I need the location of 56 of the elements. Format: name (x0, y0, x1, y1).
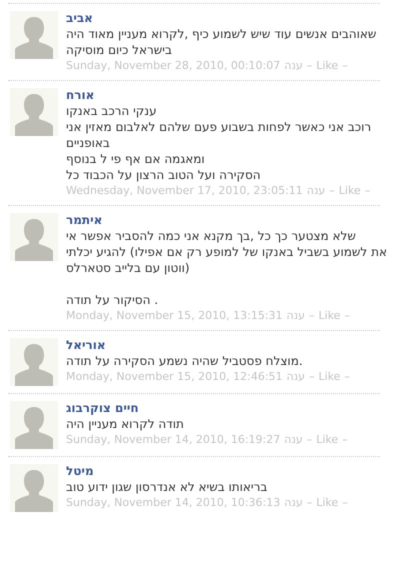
comment-date: Sunday, November 28, 2010, 00:10:07 (66, 58, 280, 73)
comment-text: באופניים (66, 135, 111, 151)
comment-date: Sunday, November 14, 2010, 16:19:27 (66, 432, 280, 447)
reply-link[interactable]: ענה (286, 369, 306, 384)
comment-date: Monday, November 15, 2010, 12:46:51 (66, 369, 283, 384)
like-link[interactable]: Like (316, 58, 338, 73)
reply-link[interactable]: ענה (284, 58, 303, 73)
author-name[interactable]: אוריאל (66, 338, 350, 353)
separator-dash: – (309, 369, 315, 384)
reply-link[interactable]: ענה (284, 495, 303, 510)
author-name[interactable]: אביב (66, 11, 376, 26)
comment-text: בנוסף ל פי אף אם ומאגמה (66, 151, 206, 167)
separator-dash: – (306, 58, 312, 73)
separator-dash: – (364, 183, 370, 198)
separator-dash: – (309, 308, 315, 323)
avatar-icon (10, 338, 58, 386)
comment-text: סטארלס בלייב עם ווטון) (66, 260, 191, 276)
like-link[interactable]: Like (338, 183, 361, 198)
avatar-icon (10, 11, 58, 59)
author-name[interactable]: חיים צוקרבוג (66, 401, 348, 416)
author-name[interactable]: אורח (66, 88, 372, 103)
separator-dash: – (344, 369, 350, 384)
like-link[interactable]: Like (316, 432, 338, 447)
separator-dash: – (329, 183, 335, 198)
comment-text: מוסיקה כיום בישראל (66, 42, 173, 58)
separator-dash: – (342, 495, 348, 510)
avatar-icon (10, 464, 58, 512)
comment-date: Monday, November 15, 2010, 13:15:31 (66, 308, 283, 323)
author-name[interactable]: איתמר (66, 213, 387, 228)
comment-date: Sunday, November 14, 2010, 10:36:13 (66, 495, 280, 510)
avatar-icon (10, 88, 58, 136)
like-link[interactable]: Like (316, 495, 338, 510)
comment-date: Wednesday, November 17, 2010, 23:05:11 (66, 183, 303, 198)
like-link[interactable]: Like (318, 308, 340, 323)
comment-text: תודה על הסיקור . (66, 292, 160, 308)
avatar-icon (10, 401, 58, 449)
separator-dash: – (306, 432, 312, 447)
comment-text: באנקו הרכב ענקי (66, 103, 158, 119)
like-link[interactable]: Like (318, 369, 340, 384)
separator-dash: – (344, 308, 350, 323)
separator-dash: – (342, 58, 348, 73)
comment-text: אני מאזין לאלבום שלהם פעם בשבוע לפחות כאשר אני רוכב (66, 119, 372, 135)
reply-link[interactable]: ענה (284, 432, 303, 447)
author-name[interactable]: מיטל (66, 464, 348, 479)
avatar-icon (10, 213, 58, 261)
comment-text: יכלתי להגיע (אפילו אם רק למופע של באנקו בשביל לשמוע את (66, 244, 387, 260)
comment-text: היה מאוד מעניין לקרוא, כיף לשמוע שיש עוד אנשים שאוהבים (66, 26, 376, 42)
comment-text: אי אפשר להסביר כמה אני מקנא בך, כל כך מצטער שלא (66, 228, 357, 244)
separator-dash: – (306, 495, 312, 510)
comment-text: טוב ידוע שגון אנדרסון לא בשיא בריאותו (66, 479, 268, 495)
comment-text: היה מעניין לקרוא תודה (66, 416, 185, 432)
reply-link[interactable]: ענה (286, 308, 306, 323)
separator-dash: – (342, 432, 348, 447)
comment-text: תודה על הסקירה נשמע שהיה פסטביל מוצלח. (66, 353, 304, 369)
reply-link[interactable]: ענה (306, 183, 326, 198)
comment-text: כל הכבוד על הרצון הטוב ועל הסקירה (66, 167, 262, 183)
